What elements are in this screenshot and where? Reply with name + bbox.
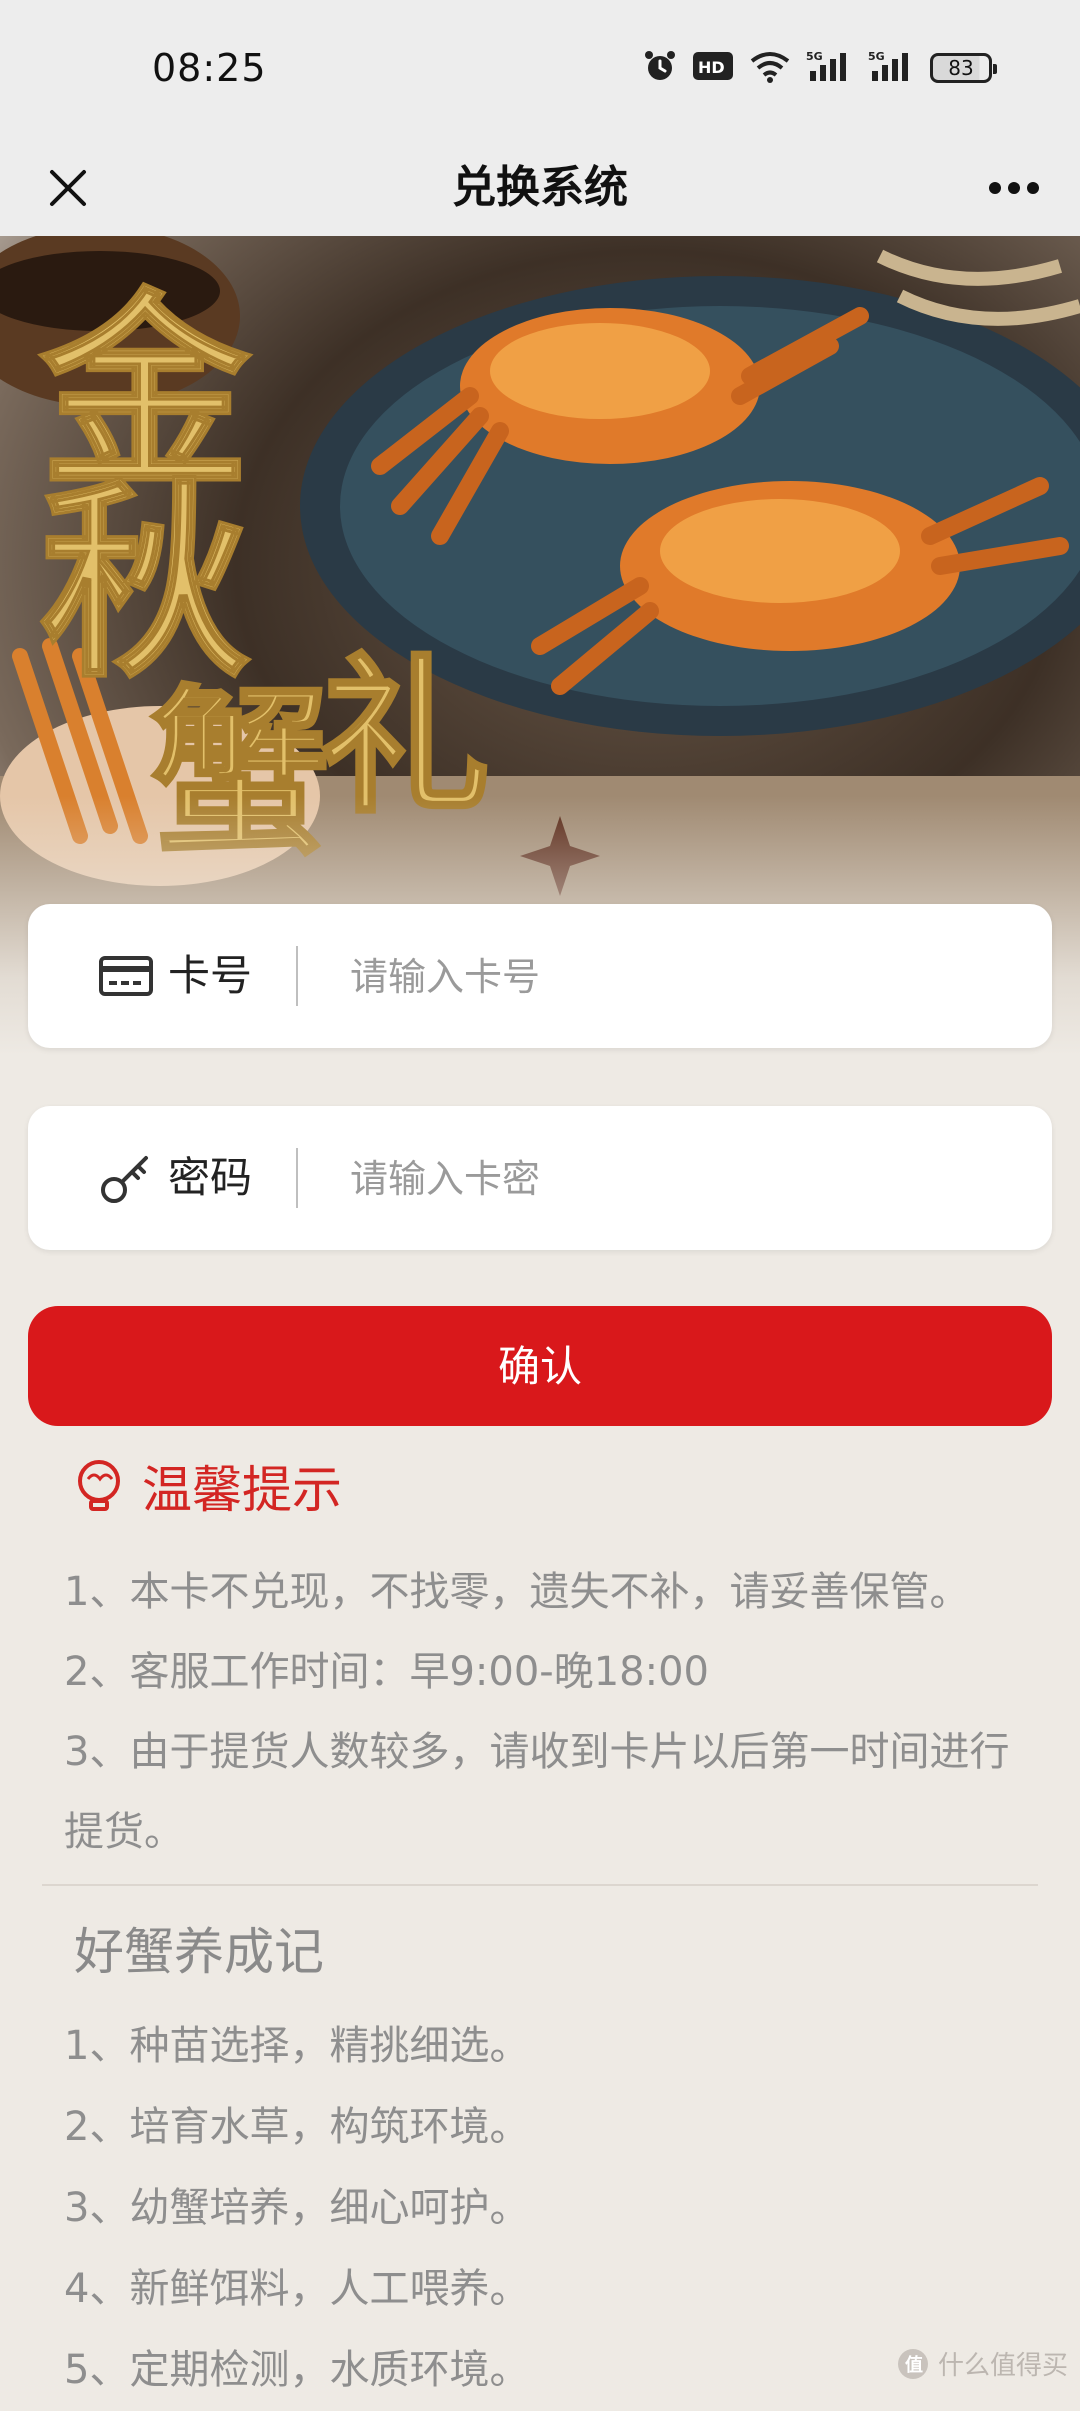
wifi-icon [748, 49, 792, 87]
status-bar: 08:25 HD 5G 5G 83 [0, 0, 1080, 140]
care-item: 2、培育水草，构筑环境。 [64, 2104, 530, 2150]
alarm-icon [642, 48, 678, 88]
watermark: 值 什么值得买 [896, 2345, 1068, 2382]
care-item: 4、新鲜饵料，人工喂养。 [64, 2266, 530, 2312]
password-input[interactable] [348, 1136, 1012, 1222]
svg-text:5G: 5G [868, 50, 885, 63]
key-icon [98, 1150, 154, 1206]
status-icons: HD 5G 5G 83 [642, 48, 997, 88]
confirm-button[interactable]: 确认 [28, 1306, 1052, 1426]
password-label: 密码 [168, 1153, 253, 1202]
card-number-input[interactable] [348, 934, 1012, 1020]
care-item: 1、种苗选择，精挑细选。 [64, 2023, 530, 2069]
more-icon [989, 182, 1039, 194]
tip-item: 1、本卡不兑现，不找零，遗失不补，请妥善保管。 [64, 1569, 970, 1615]
watermark-text: 什么值得买 [937, 2351, 1068, 2381]
battery-icon: 83 [930, 53, 997, 83]
tips-title: 温馨提示 [142, 1461, 342, 1519]
status-time: 08:25 [152, 46, 267, 90]
5g-signal-icon: 5G [868, 49, 916, 87]
svg-text:5G: 5G [806, 50, 823, 63]
field-divider [296, 1148, 298, 1208]
hd-icon: HD [692, 51, 734, 85]
card-number-field: 卡号 [28, 904, 1052, 1048]
5g-signal-icon: 5G [806, 49, 854, 87]
svg-text:值: 值 [905, 2354, 923, 2376]
care-title: 好蟹养成记 [74, 1923, 324, 1981]
care-item: 3、幼蟹培养，细心呵护。 [64, 2185, 530, 2231]
care-list: 1、种苗选择，精挑细选。 2、培育水草，构筑环境。 3、幼蟹培养，细心呵护。 4… [64, 2006, 1024, 2411]
watermark-logo-icon: 值 [897, 2348, 928, 2379]
field-divider [296, 946, 298, 1006]
tip-icon [78, 1460, 120, 1511]
nav-bar: 兑换系统 [0, 140, 1080, 236]
tip-item: 3、由于提货人数较多，请收到卡片以后第一时间进行提货。 [64, 1729, 1010, 1855]
card-icon [98, 948, 154, 1004]
card-number-label: 卡号 [168, 951, 253, 1000]
care-item: 5、定期检测，水质环境。 [64, 2347, 530, 2393]
tips-header: 温馨提示 [70, 1450, 342, 1522]
password-field: 密码 [28, 1106, 1052, 1250]
tip-item: 2、客服工作时间：早9:00-晚18:00 [64, 1649, 709, 1695]
more-button[interactable] [976, 150, 1052, 226]
tips-list: 1、本卡不兑现，不找零，遗失不补，请妥善保管。 2、客服工作时间：早9:00-晚… [64, 1552, 1024, 1872]
page-title: 兑换系统 [452, 162, 628, 213]
section-divider [42, 1884, 1038, 1886]
svg-text:HD: HD [698, 58, 725, 77]
